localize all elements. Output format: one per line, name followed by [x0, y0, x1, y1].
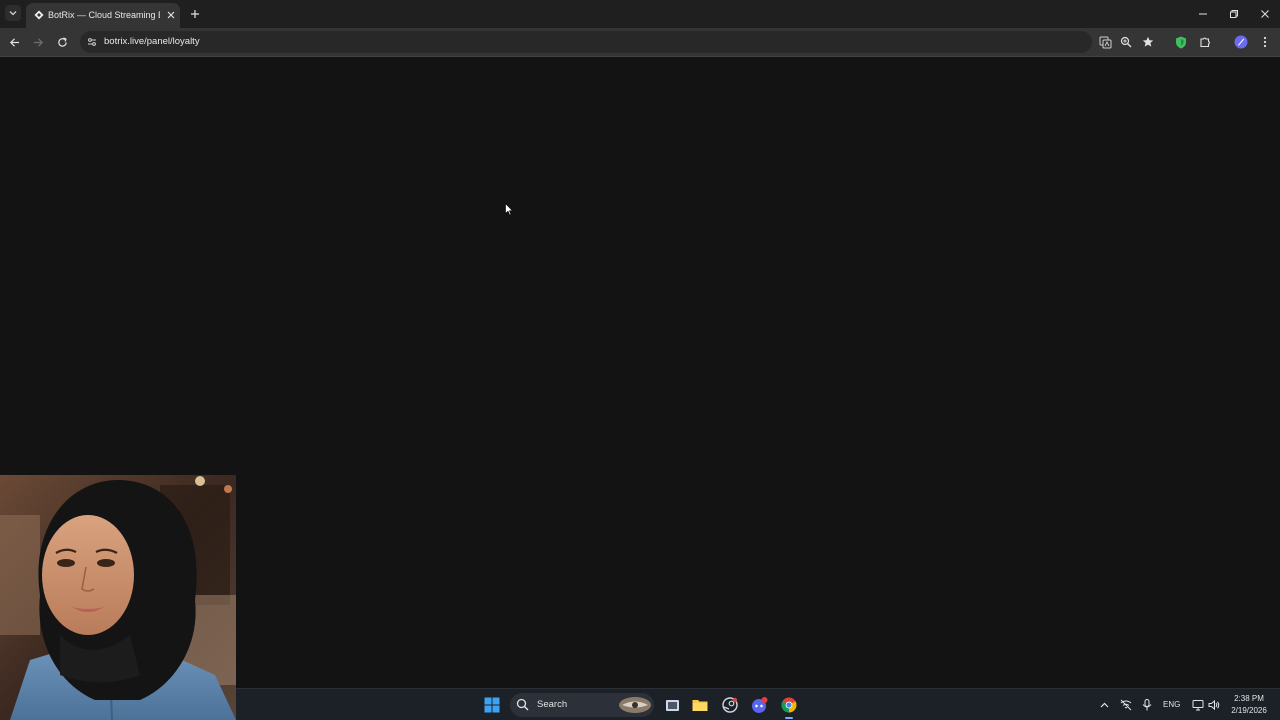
translate-icon [1099, 36, 1111, 48]
windows-start-icon [484, 697, 500, 713]
forward-icon [33, 37, 43, 47]
show-hidden-icons-button[interactable] [1097, 698, 1111, 712]
steam-icon [722, 697, 738, 713]
restore-icon [1230, 10, 1238, 18]
clock-time: 2:38 PM [1234, 694, 1264, 703]
volume-button[interactable] [1207, 698, 1221, 712]
forward-button[interactable] [30, 34, 46, 50]
search-highlight-icon [619, 697, 651, 713]
tab-close-button[interactable] [165, 9, 177, 21]
site-info-icon[interactable] [86, 36, 98, 48]
plus-icon [191, 10, 199, 18]
back-icon [9, 37, 19, 47]
steam-button[interactable] [721, 696, 739, 714]
profile-icon [1234, 35, 1248, 49]
reload-icon [57, 36, 67, 47]
tab-active[interactable]: BotRix — Cloud Streaming Bot [26, 3, 180, 28]
taskbar-search[interactable]: Search [510, 693, 654, 717]
search-label: Search [537, 699, 568, 710]
tab-strip: BotRix — Cloud Streaming Bot [0, 0, 1280, 28]
window-close-button[interactable] [1257, 6, 1273, 22]
url-text[interactable]: botrix.live/panel/loyalty [104, 35, 200, 49]
profile-button[interactable] [1233, 34, 1249, 50]
network-icon [1120, 699, 1132, 711]
task-view-button[interactable] [663, 696, 681, 714]
volume-icon [1208, 699, 1220, 711]
chrome-button[interactable] [780, 696, 798, 719]
close-icon [167, 11, 175, 19]
menu-button[interactable] [1257, 34, 1273, 50]
restore-button[interactable] [1226, 6, 1242, 22]
extension-shield-icon [1176, 36, 1186, 48]
zoom-button[interactable] [1118, 34, 1134, 50]
microphone-icon [1142, 699, 1152, 711]
minimize-button[interactable] [1195, 6, 1211, 22]
new-tab-button[interactable] [188, 7, 202, 21]
bookmark-star-icon [1142, 36, 1154, 47]
reload-button[interactable] [54, 34, 70, 50]
webcam-feed-image [0, 475, 236, 720]
file-explorer-button[interactable] [691, 696, 709, 714]
extension-shield-button[interactable] [1173, 34, 1189, 50]
clock-date: 2/19/2026 [1231, 706, 1267, 715]
chevron-up-icon [1100, 702, 1108, 707]
extensions-button[interactable] [1197, 34, 1213, 50]
discord-icon [751, 697, 767, 713]
mouse-cursor-icon [505, 203, 513, 216]
display-button[interactable] [1191, 698, 1205, 712]
minimize-icon [1199, 13, 1207, 15]
back-button[interactable] [6, 34, 22, 50]
microphone-button[interactable] [1140, 698, 1154, 712]
webcam-overlay [0, 475, 236, 720]
display-icon [1192, 700, 1204, 711]
close-icon [1261, 10, 1269, 18]
zoom-icon [1120, 36, 1132, 48]
menu-kebab-icon [1263, 36, 1267, 48]
active-app-indicator [785, 717, 793, 719]
system-clock[interactable]: 2:38 PM 2/19/2026 [1224, 693, 1274, 717]
chevron-down-icon [9, 11, 17, 16]
file-explorer-icon [692, 700, 708, 711]
bookmark-button[interactable] [1140, 34, 1156, 50]
start-button[interactable] [483, 696, 501, 714]
task-view-icon [665, 699, 679, 711]
search-icon [516, 698, 529, 711]
network-button[interactable] [1119, 698, 1133, 712]
extensions-puzzle-icon [1200, 37, 1210, 48]
language-indicator[interactable]: ENG [1163, 699, 1180, 711]
translate-button[interactable] [1097, 34, 1113, 50]
discord-button[interactable] [750, 696, 768, 714]
tab-title: BotRix — Cloud Streaming Bot [48, 10, 160, 20]
tab-search-button[interactable] [5, 5, 21, 21]
botrix-favicon-icon [34, 10, 44, 20]
address-bar[interactable]: botrix.live/panel/loyalty [80, 31, 1092, 53]
chrome-icon [781, 697, 797, 713]
browser-toolbar: botrix.live/panel/loyalty [0, 28, 1280, 57]
